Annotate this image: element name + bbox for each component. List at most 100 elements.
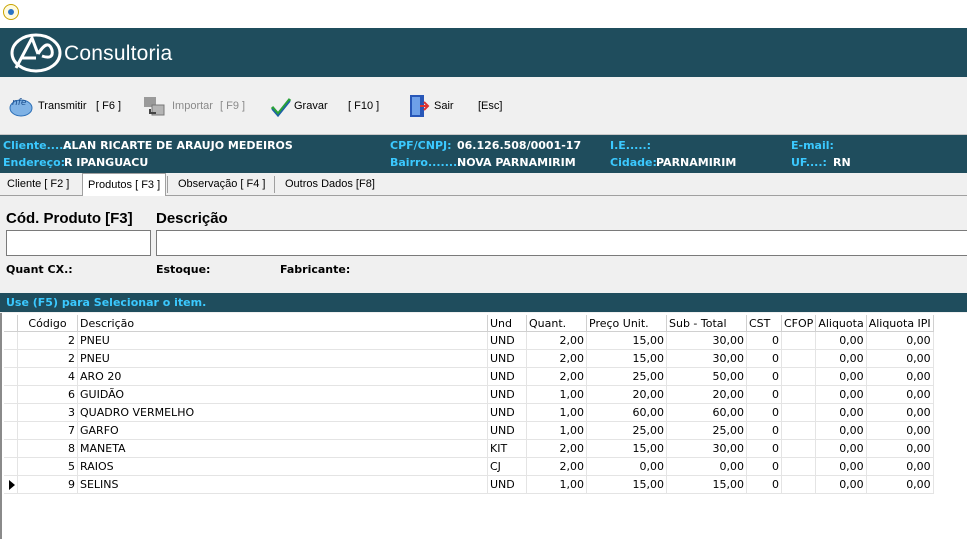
cell-quant: 2,00 [526, 331, 587, 350]
cell-preco-unit: 20,00 [586, 385, 667, 404]
cell-preco-unit: 15,00 [586, 475, 667, 494]
exit-button[interactable]: Sair [406, 91, 454, 121]
table-row[interactable]: 3 QUADRO VERMELHO UND 1,00 60,00 60,00 0 0,00 0,… [4, 403, 934, 422]
cell-descricao: GARFO [77, 421, 488, 440]
row-indicator [4, 385, 18, 404]
exit-door-icon [406, 93, 430, 119]
cell-quant: 2,00 [526, 457, 587, 476]
cell-preco-unit: 60,00 [586, 403, 667, 422]
import-icon [142, 93, 168, 119]
column-header-aliquota[interactable]: Aliquota [815, 315, 867, 332]
transmit-label: Transmitir [38, 100, 87, 112]
cell-quant: 1,00 [526, 403, 587, 422]
checkmark-icon [270, 93, 292, 119]
cell-und: UND [487, 367, 527, 386]
column-header-cfop[interactable]: CFOP [781, 315, 817, 332]
cell-aliquota: 0,00 [815, 385, 867, 404]
cell-aliquota: 0,00 [815, 457, 867, 476]
tab-separator [274, 176, 275, 193]
cell-codigo: 9 [17, 475, 78, 494]
cell-sub-total: 30,00 [666, 349, 747, 368]
tab-separator [167, 176, 168, 193]
column-header-cst[interactable]: CST [746, 315, 782, 332]
import-shortcut: [ F9 ] [220, 100, 246, 112]
table-row[interactable]: 2 PNEU UND 2,00 15,00 30,00 0 0,00 0,00 [4, 349, 934, 368]
cell-sub-total: 30,00 [666, 439, 747, 458]
column-header-aliquota-ipi[interactable]: Aliquota IPI [866, 315, 934, 332]
cell-preco-unit: 0,00 [586, 457, 667, 476]
cpf-value: 06.126.508/0001-17 [457, 139, 582, 152]
cell-aliquota-ipi: 0,00 [866, 439, 934, 458]
tab-produtos[interactable]: Produtos [ F3 ] [82, 173, 167, 197]
quant-cx-label: Quant CX.: [6, 263, 73, 276]
description-label: Descrição [156, 210, 228, 227]
ie-label: I.E.....: [610, 139, 652, 152]
save-shortcut: [ F10 ] [348, 100, 380, 112]
transmit-button[interactable]: nfe Transmitir [8, 91, 86, 121]
product-code-input[interactable] [6, 230, 151, 256]
cell-sub-total: 60,00 [666, 403, 747, 422]
cell-sub-total: 15,00 [666, 475, 747, 494]
column-header-preco-unit[interactable]: Preço Unit. [586, 315, 667, 332]
brand-banner: Consultoria [0, 28, 967, 77]
cell-und: UND [487, 421, 527, 440]
app-icon [3, 4, 19, 20]
cell-aliquota: 0,00 [815, 439, 867, 458]
email-label: E-mail: [791, 139, 834, 152]
column-header-und[interactable]: Und [487, 315, 527, 332]
tab-cliente[interactable]: Cliente [ F2 ] [2, 175, 74, 194]
save-label: Gravar [294, 100, 328, 112]
cell-quant: 1,00 [526, 475, 587, 494]
row-indicator [4, 367, 18, 386]
grid-header-row: Código Descrição Und Quant. Preço Unit. Sub -… [4, 315, 934, 332]
cell-aliquota: 0,00 [815, 475, 867, 494]
description-input[interactable] [156, 230, 967, 256]
cpf-label: CPF/CNPJ: [390, 139, 452, 152]
cell-aliquota-ipi: 0,00 [866, 403, 934, 422]
cell-cst: 0 [746, 457, 782, 476]
import-button[interactable]: Importar [142, 91, 213, 121]
table-row[interactable]: 8 MANETA KIT 2,00 15,00 30,00 0 0,00 0,00 [4, 439, 934, 458]
table-row[interactable]: 2 PNEU UND 2,00 15,00 30,00 0 0,00 0,00 [4, 331, 934, 350]
cell-codigo: 6 [17, 385, 78, 404]
column-header-sub-total[interactable]: Sub - Total [666, 315, 747, 332]
row-indicator [4, 331, 18, 350]
cell-descricao: RAIOS [77, 457, 488, 476]
items-grid-area: Código Descrição Und Quant. Preço Unit. Sub -… [0, 313, 967, 539]
cell-codigo: 4 [17, 367, 78, 386]
bairro-label: Bairro.......: [390, 156, 462, 169]
table-row[interactable]: 6 GUIDÃO UND 1,00 20,00 20,00 0 0,00 0,00 [4, 385, 934, 404]
items-grid[interactable]: Código Descrição Und Quant. Preço Unit. Sub -… [4, 315, 934, 494]
cell-cfop [781, 421, 817, 440]
cell-sub-total: 20,00 [666, 385, 747, 404]
cell-codigo: 3 [17, 403, 78, 422]
table-row[interactable]: 7 GARFO UND 1,00 25,00 25,00 0 0,00 0,00 [4, 421, 934, 440]
column-header-quant[interactable]: Quant. [526, 315, 587, 332]
table-row[interactable]: 4 ARO 20 UND 2,00 25,00 50,00 0 0,00 0,00 [4, 367, 934, 386]
cell-cst: 0 [746, 439, 782, 458]
cell-aliquota-ipi: 0,00 [866, 475, 934, 494]
cell-descricao: ARO 20 [77, 367, 488, 386]
city-value: PARNAMIRIM [656, 156, 737, 169]
tab-outros-dados[interactable]: Outros Dados [F8] [280, 175, 380, 194]
client-label: Cliente.....: [3, 139, 72, 152]
window-titlebar [0, 0, 967, 28]
cell-und: UND [487, 349, 527, 368]
table-row[interactable]: 9 SELINS UND 1,00 15,00 15,00 0 0,00 0,00 [4, 475, 934, 494]
column-header-descricao[interactable]: Descrição [77, 315, 488, 332]
cell-cst: 0 [746, 403, 782, 422]
column-header-codigo[interactable]: Código [17, 315, 78, 332]
tab-observacao[interactable]: Observação [ F4 ] [173, 175, 270, 194]
current-row-arrow-icon [9, 479, 15, 490]
nfe-transmit-icon: nfe [8, 93, 34, 119]
exit-shortcut: [Esc] [478, 100, 503, 112]
cell-cst: 0 [746, 331, 782, 350]
cell-cfop [781, 403, 817, 422]
table-row[interactable]: 5 RAIOS CJ 2,00 0,00 0,00 0 0,00 0,00 [4, 457, 934, 476]
address-value: R IPANGUACU [64, 156, 149, 169]
cell-descricao: MANETA [77, 439, 488, 458]
client-info-bar: Cliente.....: ALAN RICARTE DE ARAUJO MED… [0, 135, 967, 173]
save-button[interactable]: Gravar [270, 91, 328, 121]
cell-sub-total: 25,00 [666, 421, 747, 440]
cell-preco-unit: 15,00 [586, 439, 667, 458]
